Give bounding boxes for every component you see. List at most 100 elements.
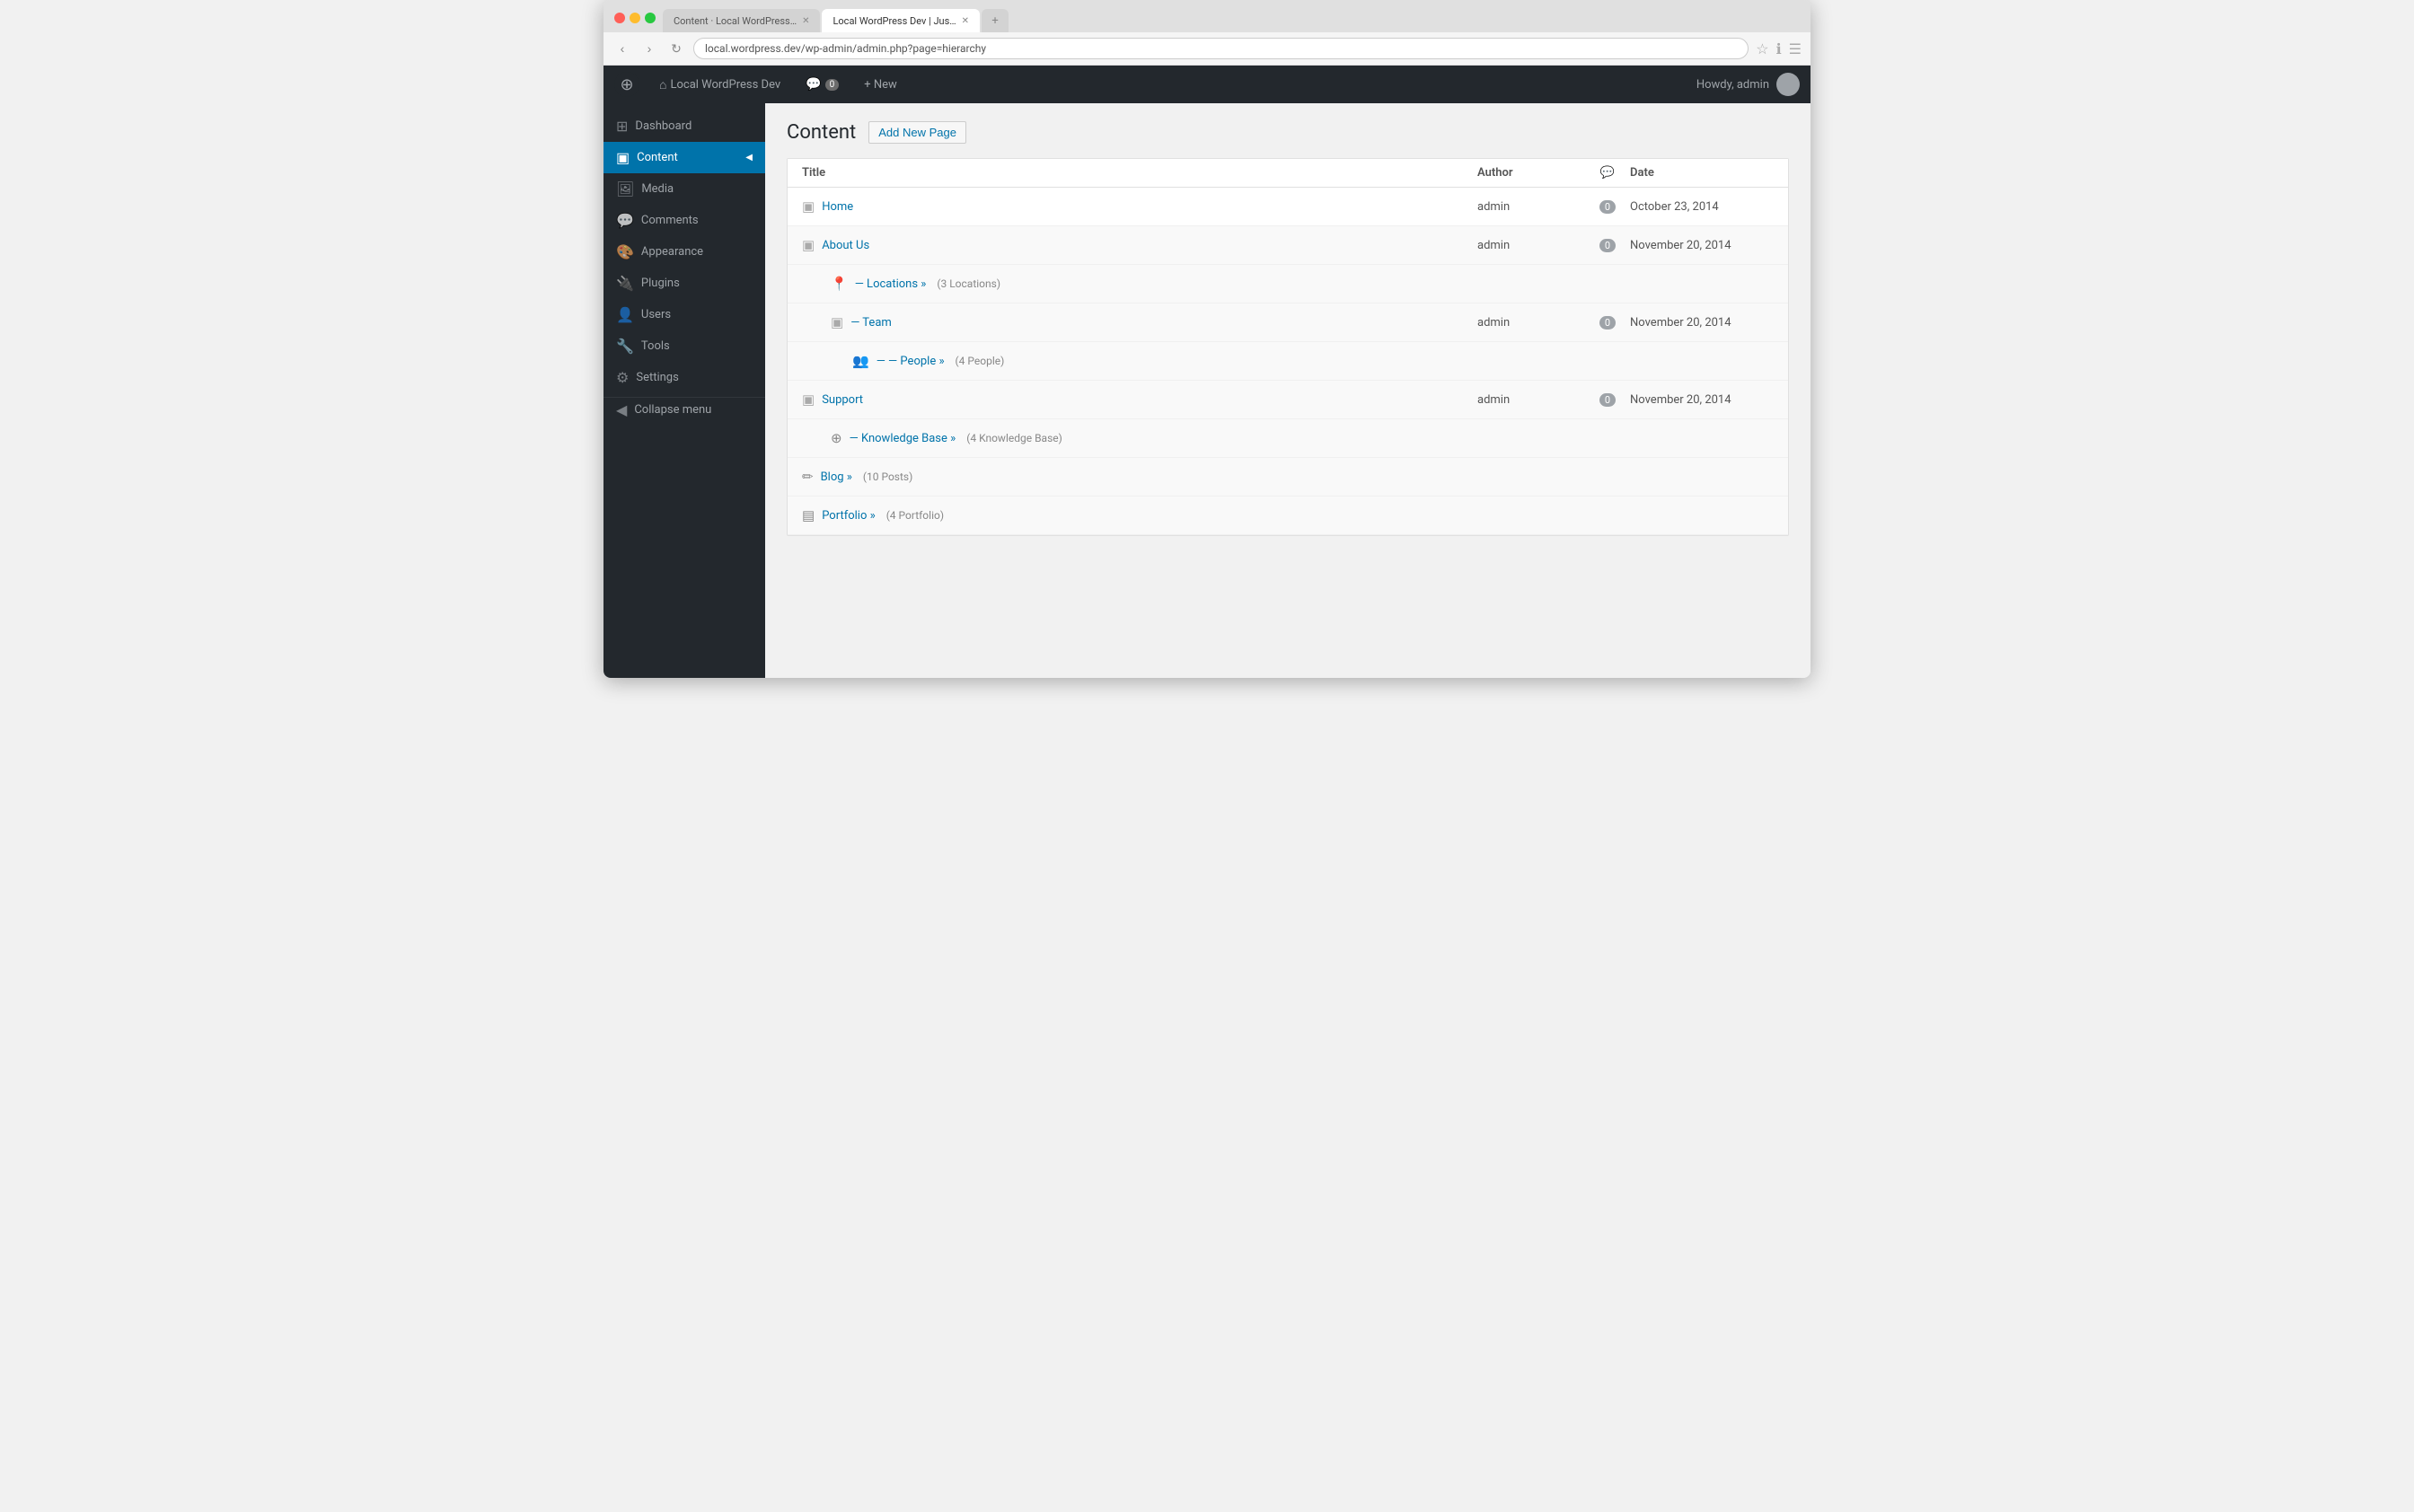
row-title-about: ▣ About Us xyxy=(802,237,1477,253)
menu-icon[interactable]: ☰ xyxy=(1789,40,1802,57)
dashboard-icon: ⊞ xyxy=(616,118,628,135)
home-icon: ⌂ xyxy=(659,77,666,92)
sidebar-item-tools[interactable]: 🔧 Tools xyxy=(604,330,765,362)
sidebar-item-appearance-label: Appearance xyxy=(641,245,703,259)
knowledge-meta: (4 Knowledge Base) xyxy=(966,432,1062,444)
table-row: ▣ — Team admin 0 November 20, 2014 xyxy=(788,303,1788,342)
main-layout: ⊞ Dashboard ▣ Content ◀ 🖼 Media 💬 Commen… xyxy=(604,103,1810,678)
support-date: November 20, 2014 xyxy=(1630,393,1774,407)
sidebar-item-content-label: Content xyxy=(637,151,678,164)
plugins-icon: 🔌 xyxy=(616,275,634,292)
table-row: ✏ Blog » (10 Posts) xyxy=(788,458,1788,497)
users-icon: 👤 xyxy=(616,306,634,323)
table-row: ▣ Support admin 0 November 20, 2014 xyxy=(788,381,1788,419)
row-title-people: 👥 — — People » (4 People) xyxy=(802,353,1477,369)
sidebar-item-comments[interactable]: 💬 Comments xyxy=(604,205,765,236)
admin-bar-comments[interactable]: 💬 0 xyxy=(800,74,844,95)
wp-logo[interactable]: ⊕ xyxy=(614,72,639,97)
table-row: 👥 — — People » (4 People) xyxy=(788,342,1788,381)
col-title: Title xyxy=(802,166,1477,180)
close-button[interactable] xyxy=(614,13,625,23)
admin-bar-home[interactable]: ⌂ Local WordPress Dev xyxy=(654,74,786,96)
new-label: + New xyxy=(864,78,897,92)
content-icon: ▣ xyxy=(616,149,630,166)
forward-button[interactable]: › xyxy=(639,39,659,58)
locations-link[interactable]: — Locations » xyxy=(855,277,927,291)
group-icon: 👥 xyxy=(852,353,869,369)
settings-icon: ⚙ xyxy=(616,369,629,386)
address-bar[interactable]: local.wordpress.dev/wp-admin/admin.php?p… xyxy=(693,38,1749,59)
home-author: admin xyxy=(1477,200,1585,214)
page-icon: ▣ xyxy=(802,237,815,253)
comments-count: 0 xyxy=(825,79,840,91)
team-link[interactable]: — Team xyxy=(850,316,892,330)
add-new-page-button[interactable]: Add New Page xyxy=(868,121,966,144)
comment-icon: 💬 xyxy=(806,77,821,92)
tab1-label: Content · Local WordPress… xyxy=(674,15,797,27)
col-date: Date xyxy=(1630,166,1774,180)
table-row: 📍 — Locations » (3 Locations) xyxy=(788,265,1788,303)
sidebar-item-content[interactable]: ▣ Content ◀ xyxy=(604,142,765,173)
wp-admin-bar: ⊕ ⌂ Local WordPress Dev 💬 0 + New Howdy,… xyxy=(604,66,1810,103)
minimize-button[interactable] xyxy=(630,13,640,23)
sidebar-item-users-label: Users xyxy=(641,308,671,321)
sidebar-item-users[interactable]: 👤 Users xyxy=(604,299,765,330)
page-icon: ▣ xyxy=(831,314,843,330)
table-header: Title Author 💬 Date xyxy=(788,159,1788,188)
about-link[interactable]: About Us xyxy=(822,239,869,252)
back-button[interactable]: ‹ xyxy=(612,39,632,58)
content-arrow: ◀ xyxy=(745,153,753,163)
row-title-team: ▣ — Team xyxy=(802,314,1477,330)
page-header: Content Add New Page xyxy=(787,121,1789,144)
row-title-knowledge: ⊕ — Knowledge Base » (4 Knowledge Base) xyxy=(802,430,1477,446)
bookmark-icon[interactable]: ☆ xyxy=(1756,40,1768,57)
content-table: Title Author 💬 Date ▣ Home admin 0 Octob… xyxy=(787,158,1789,536)
about-comments: 0 xyxy=(1585,239,1630,252)
knowledge-link[interactable]: — Knowledge Base » xyxy=(850,432,956,445)
maximize-button[interactable] xyxy=(645,13,656,23)
table-row: ⊕ — Knowledge Base » (4 Knowledge Base) xyxy=(788,419,1788,458)
sidebar-item-appearance[interactable]: 🎨 Appearance xyxy=(604,236,765,268)
appearance-icon: 🎨 xyxy=(616,243,634,260)
people-link[interactable]: — — People » xyxy=(877,355,945,368)
about-date: November 20, 2014 xyxy=(1630,239,1774,252)
sidebar-collapse[interactable]: ◀ Collapse menu xyxy=(604,397,765,426)
page-title: Content xyxy=(787,121,856,144)
portfolio-icon: ▤ xyxy=(802,507,815,523)
admin-bar-new[interactable]: + New xyxy=(859,75,903,95)
new-tab-button[interactable]: + xyxy=(982,9,1009,32)
home-comments: 0 xyxy=(1585,200,1630,214)
tab1-close[interactable]: ✕ xyxy=(802,16,809,26)
table-row: ▣ About Us admin 0 November 20, 2014 xyxy=(788,226,1788,265)
howdy-text: Howdy, admin xyxy=(1696,78,1769,92)
browser-tab-1[interactable]: Content · Local WordPress… ✕ xyxy=(663,9,820,32)
tab2-label: Local WordPress Dev | Jus… xyxy=(833,15,956,27)
about-author: admin xyxy=(1477,239,1585,252)
row-title-blog: ✏ Blog » (10 Posts) xyxy=(802,469,1477,485)
refresh-button[interactable]: ↻ xyxy=(666,39,686,58)
browser-tabs: Content · Local WordPress… ✕ Local WordP… xyxy=(663,9,1009,32)
sidebar-item-dashboard[interactable]: ⊞ Dashboard xyxy=(604,110,765,142)
sidebar-item-media-label: Media xyxy=(641,182,674,196)
sidebar-item-settings[interactable]: ⚙ Settings xyxy=(604,362,765,393)
tab2-close[interactable]: ✕ xyxy=(962,16,969,26)
sidebar-item-plugins[interactable]: 🔌 Plugins xyxy=(604,268,765,299)
team-comments: 0 xyxy=(1585,316,1630,330)
portfolio-link[interactable]: Portfolio » xyxy=(822,509,876,523)
info-icon[interactable]: ℹ xyxy=(1776,40,1782,57)
blog-icon: ✏ xyxy=(802,469,814,485)
blog-link[interactable]: Blog » xyxy=(821,470,852,484)
avatar[interactable] xyxy=(1776,73,1800,96)
address-text: local.wordpress.dev/wp-admin/admin.php?p… xyxy=(705,42,986,55)
home-date: October 23, 2014 xyxy=(1630,200,1774,214)
home-link[interactable]: Home xyxy=(822,200,853,214)
sidebar-item-media[interactable]: 🖼 Media xyxy=(604,173,765,205)
browser-tab-2[interactable]: Local WordPress Dev | Jus… ✕ xyxy=(822,9,980,32)
team-date: November 20, 2014 xyxy=(1630,316,1774,330)
blog-meta: (10 Posts) xyxy=(863,470,912,483)
support-author: admin xyxy=(1477,393,1585,407)
comments-icon: 💬 xyxy=(616,212,634,229)
sidebar-item-dashboard-label: Dashboard xyxy=(635,119,692,133)
portfolio-meta: (4 Portfolio) xyxy=(886,509,944,522)
support-link[interactable]: Support xyxy=(822,393,863,407)
